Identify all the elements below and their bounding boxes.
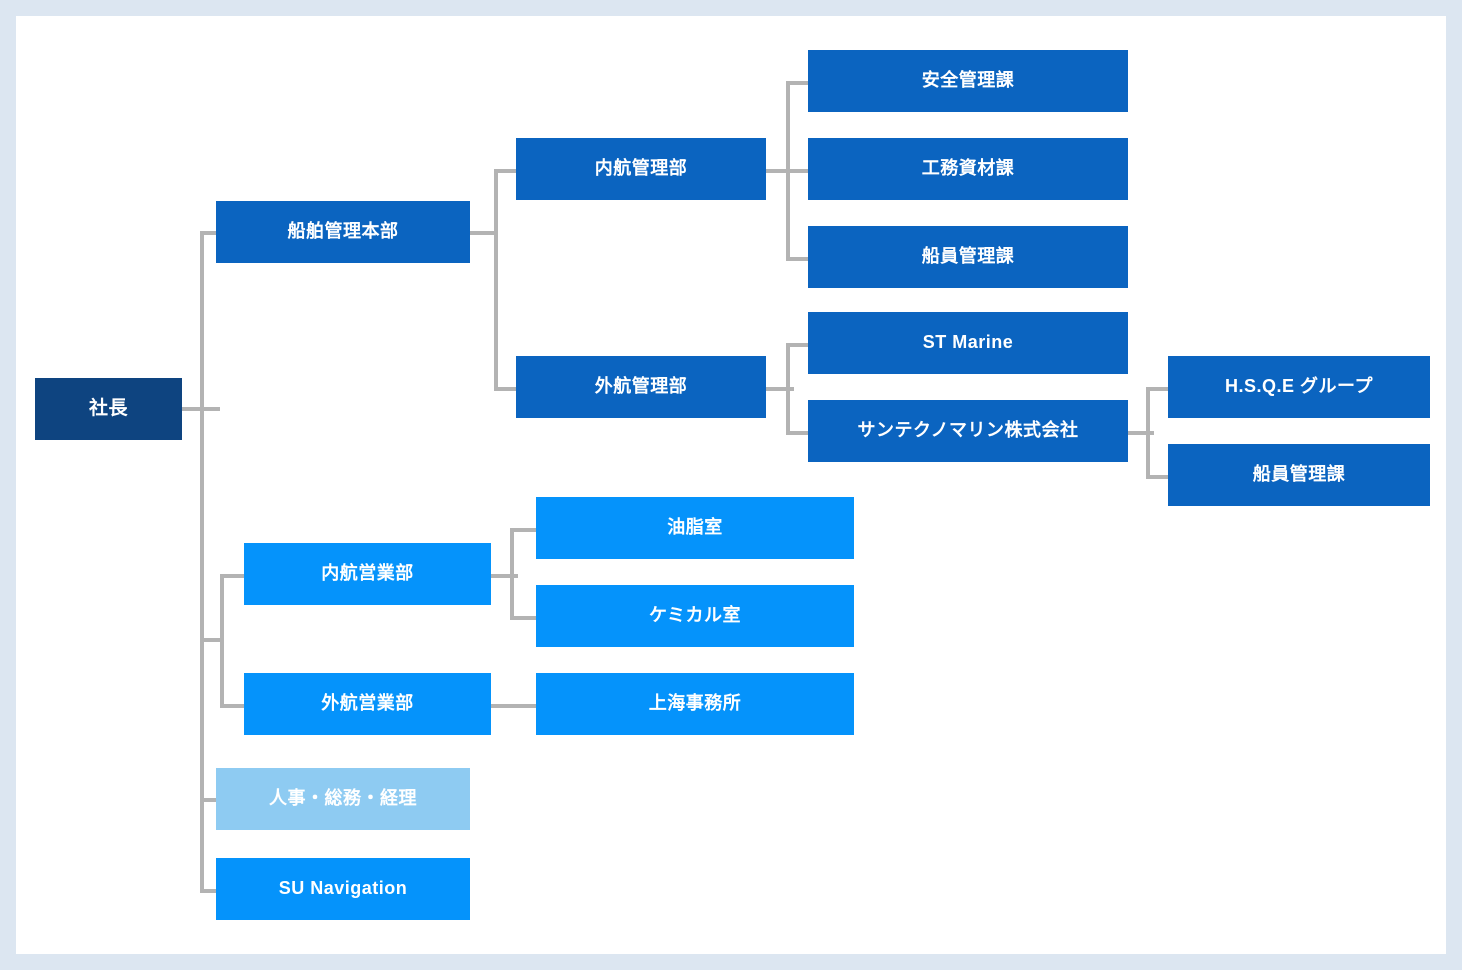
node-ocean-sales[interactable]: 外航営業部	[244, 673, 491, 735]
node-president[interactable]: 社長	[35, 378, 182, 440]
node-label-hr-admin-accounting: 人事・総務・経理	[269, 788, 417, 809]
connector-rooms-vertical	[510, 528, 514, 620]
node-santechno-marine[interactable]: サンテクノマリン株式会社	[808, 400, 1128, 462]
connector-sales-group-vertical	[220, 574, 224, 704]
node-crew-mgmt-2[interactable]: 船員管理課	[1168, 444, 1430, 506]
connector-trunk-to-sales-group	[200, 638, 222, 642]
node-label-ocean-sales: 外航営業部	[321, 693, 414, 714]
node-label-ocean-mgmt: 外航管理部	[594, 376, 688, 397]
node-label-safety-mgmt: 安全管理課	[921, 70, 1015, 91]
connector-mgmt-depts-vertical	[494, 169, 498, 387]
node-ship-mgmt-hq[interactable]: 船舶管理本部	[216, 201, 470, 263]
page-frame: 社長 船舶管理本部 内航管理部 安全管理課 工務資材課 船員管理課 外航管理部 …	[0, 0, 1462, 970]
node-label-president: 社長	[88, 397, 128, 419]
node-engineering-materials[interactable]: 工務資材課	[808, 138, 1128, 200]
node-hr-admin-accounting[interactable]: 人事・総務・経理	[216, 768, 470, 830]
node-label-engineering-materials: 工務資材課	[921, 158, 1015, 179]
node-su-navigation[interactable]: SU Navigation	[216, 858, 470, 920]
node-domestic-sales[interactable]: 内航営業部	[244, 543, 491, 605]
node-ocean-mgmt[interactable]: 外航管理部	[516, 356, 766, 418]
node-label-oils-room: 油脂室	[667, 517, 723, 538]
node-label-crew-mgmt-2: 船員管理課	[1252, 464, 1346, 485]
node-domestic-mgmt[interactable]: 内航管理部	[516, 138, 766, 200]
connector-to-oils-room	[510, 528, 536, 532]
node-safety-mgmt[interactable]: 安全管理課	[808, 50, 1128, 112]
node-label-hsqe-group: H.S.Q.E グループ	[1225, 376, 1373, 397]
node-crew-mgmt[interactable]: 船員管理課	[808, 226, 1128, 288]
node-label-crew-mgmt: 船員管理課	[921, 246, 1015, 267]
node-chemical-room[interactable]: ケミカル室	[536, 585, 854, 647]
node-label-santechno-marine: サンテクノマリン株式会社	[857, 420, 1079, 441]
node-st-marine[interactable]: ST Marine	[808, 312, 1128, 374]
node-shanghai-office[interactable]: 上海事務所	[536, 673, 854, 735]
connector-to-shanghai-office	[490, 704, 536, 708]
org-chart-canvas: 社長 船舶管理本部 内航管理部 安全管理課 工務資材課 船員管理課 外航管理部 …	[16, 16, 1446, 954]
node-label-domestic-sales: 内航営業部	[321, 563, 414, 584]
node-label-su-navigation: SU Navigation	[278, 878, 408, 899]
node-label-chemical-room: ケミカル室	[649, 605, 741, 626]
connector-santechno-children-vertical	[1146, 387, 1150, 479]
node-label-domestic-mgmt: 内航管理部	[594, 158, 688, 179]
connector-ocean-children-vertical	[786, 343, 790, 435]
connector-to-chemical-room	[510, 616, 536, 620]
node-label-shanghai-office: 上海事務所	[648, 693, 742, 714]
node-label-ship-mgmt-hq: 船舶管理本部	[287, 221, 399, 242]
node-label-st-marine: ST Marine	[922, 332, 1014, 353]
node-hsqe-group[interactable]: H.S.Q.E グループ	[1168, 356, 1430, 418]
node-oils-room[interactable]: 油脂室	[536, 497, 854, 559]
connector-main-trunk	[200, 231, 204, 889]
